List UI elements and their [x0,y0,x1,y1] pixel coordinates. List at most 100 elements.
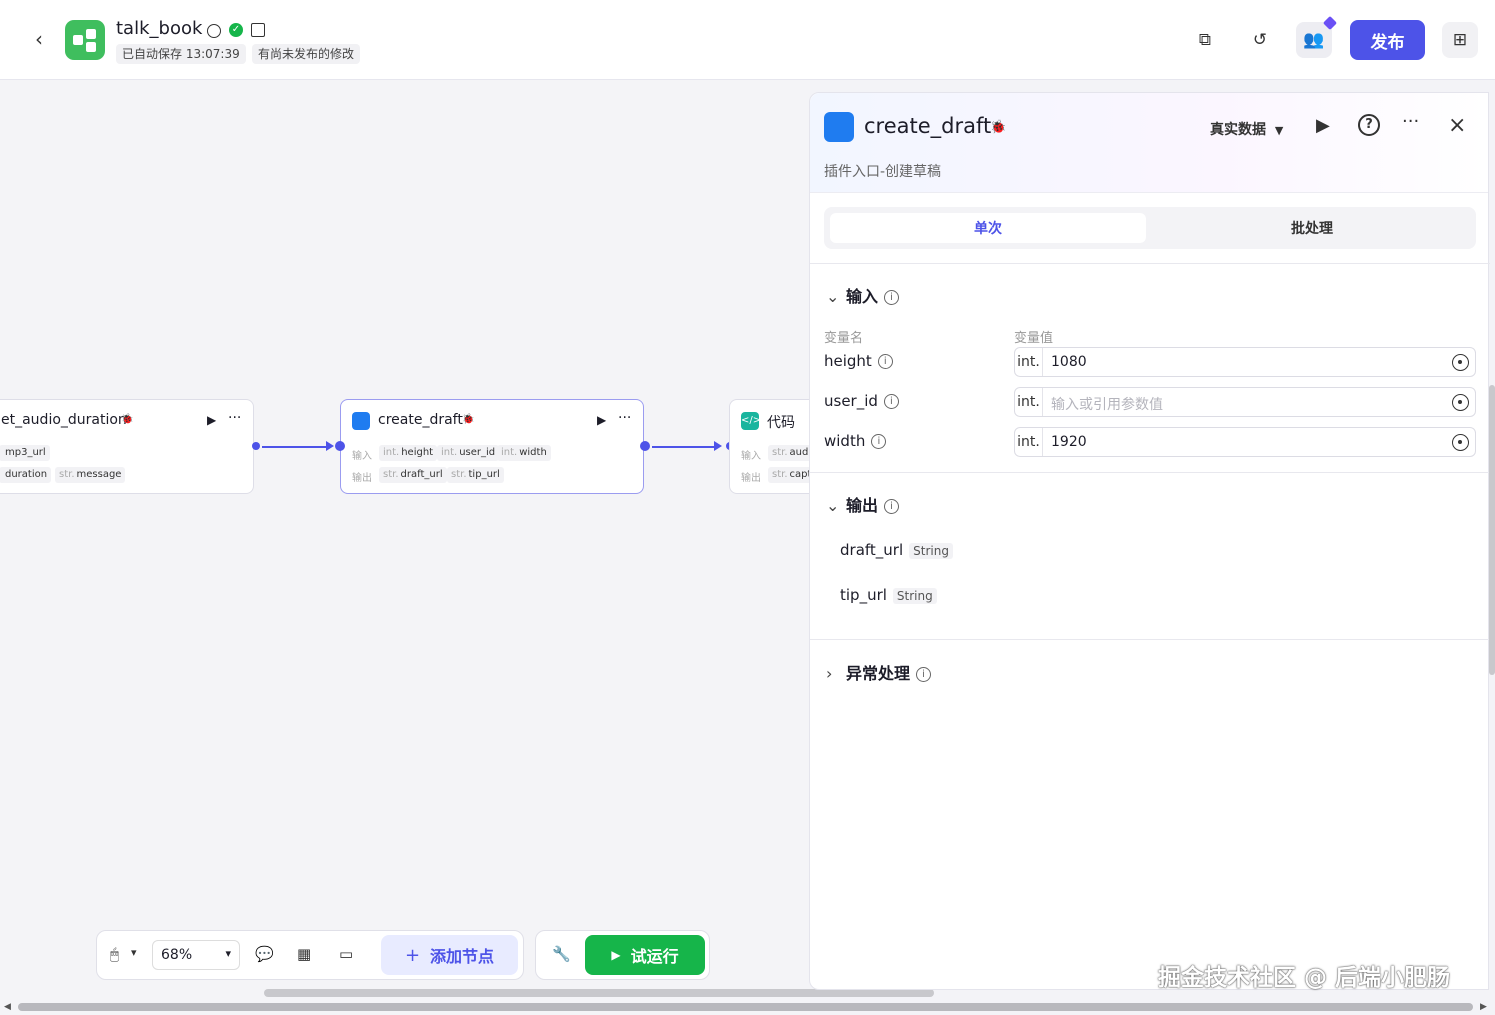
connection-edge [652,446,716,448]
output-label: 输出 [741,473,761,484]
type-label: int. [1015,388,1043,416]
output-port[interactable] [640,441,650,451]
chevron-down-icon[interactable]: ▾ [131,946,137,959]
run-node-icon[interactable]: ▶ [207,413,216,427]
user-id-field[interactable]: int. 输入或引用参数值 [1014,387,1476,417]
edit-icon[interactable] [251,23,265,37]
add-node-label: 添加节点 [430,947,495,966]
panel-description: 插件入口-创建草稿 [824,164,942,180]
chevron-down-icon: ⌄ [826,287,840,306]
type-badge: String [909,543,953,559]
output-chip: str. message [55,467,126,483]
type-label: int. [1015,348,1043,376]
workflow-canvas[interactable]: et_audio_duration 🐞 ▶ ··· mp3_url durati… [0,80,810,1015]
connection-edge [262,446,328,448]
output-section-header[interactable]: ⌄ 输出 i [826,492,900,516]
chevron-right-icon: › [826,664,833,683]
info-icon[interactable] [207,24,221,38]
publish-button[interactable]: 发布 [1350,20,1425,60]
variable-name: width i [824,432,887,450]
run-node-icon[interactable]: ▶ [597,413,606,427]
output-chip: str. draft_url [379,467,447,483]
run-icon[interactable]: ▶ [1316,115,1330,136]
node-create-draft[interactable]: create_draft 🐞 ▶ ··· 输入 输出 int. height in… [340,399,644,494]
data-mode-select[interactable]: 真实数据 ▼ [1210,119,1283,139]
info-icon[interactable]: i [883,394,899,409]
scroll-left-icon[interactable]: ◀ [4,1002,11,1012]
mouse-mode-icon[interactable]: 🖱 [110,945,119,963]
app-name: talk_book [116,18,203,39]
panel-scrollbar[interactable] [1489,385,1495,675]
run-mode-tabs: 单次 批处理 [824,207,1476,249]
node-title: create_draft [378,412,463,428]
panel-toggle-icon[interactable]: ⊞ [1442,22,1478,58]
panel-title: create_draft [864,114,992,138]
more-icon[interactable]: ··· [618,410,631,426]
scroll-right-icon[interactable]: ▶ [1480,1002,1487,1012]
data-mode-label: 真实数据 [1210,122,1266,138]
output-port[interactable] [252,442,260,450]
back-icon[interactable]: ‹ [28,27,50,51]
input-chip: str.audio [768,445,810,461]
input-label: 输入 [741,451,761,462]
reference-toggle-icon[interactable] [1452,394,1469,411]
watermark: 掘金技术社区 @ 后端小肥肠 [1158,965,1451,991]
info-icon[interactable]: i [884,499,900,514]
edge-arrow [714,441,722,451]
zoom-select[interactable]: 68% ▾ [152,940,240,970]
test-run-button[interactable]: ▶ 试运行 [585,935,705,975]
node-title: 代码 [767,415,795,431]
canvas-horizontal-scrollbar[interactable] [264,989,934,997]
tab-single[interactable]: 单次 [830,213,1146,243]
info-icon[interactable]: i [877,354,893,369]
width-field[interactable]: int. 1920 [1014,427,1476,457]
comment-icon[interactable]: 💬 [255,945,274,963]
page-horizontal-scrollbar[interactable] [18,1003,1473,1011]
history-icon[interactable]: ↺ [1242,22,1278,58]
caret-down-icon: ▼ [1274,124,1284,137]
node-get-audio-duration[interactable]: et_audio_duration 🐞 ▶ ··· mp3_url durati… [0,399,254,494]
divider [810,263,1490,264]
more-icon[interactable]: ··· [1402,111,1419,132]
input-chip: int. width [497,445,551,461]
reference-toggle-icon[interactable] [1452,434,1469,451]
output-variable: tip_url String [840,586,937,604]
copy-icon[interactable]: ⧉ [1187,22,1223,58]
top-bar: ‹ talk_book ✓ 已自动保存 13:07:39 有尚未发布的修改 ⧉ … [0,0,1495,80]
input-port[interactable] [335,441,345,451]
input-chip: int. user_id [437,445,500,461]
field-value: 1920 [1051,434,1087,450]
input-section-header[interactable]: ⌄ 输入 i [826,283,900,307]
help-icon[interactable]: ? [1358,114,1380,136]
column-header-value: 变量值 [1014,331,1054,346]
input-chip: mp3_url [0,445,50,461]
panel-header: create_draft 🐞 插件入口-创建草稿 真实数据 ▼ ▶ ? ··· … [810,93,1488,193]
autosave-status: 已自动保存 13:07:39 [116,44,246,64]
more-icon[interactable]: ··· [228,410,241,426]
close-icon[interactable]: × [1448,113,1466,138]
layout-icon[interactable]: ▦ [297,945,311,963]
error-handling-header[interactable]: › 异常处理 i [826,660,932,684]
tab-batch[interactable]: 批处理 [1154,213,1470,243]
info-icon[interactable]: i [916,667,932,682]
debug-icon: 🐞 [462,414,475,425]
input-chip: int. height [379,445,438,461]
minimap-icon[interactable]: ▭ [339,945,353,963]
output-variable: draft_url String [840,541,953,559]
code-icon: </> [741,412,761,430]
debug-icon: 🐞 [990,120,1007,135]
reference-toggle-icon[interactable] [1452,354,1469,371]
plugin-icon [352,412,370,430]
edge-arrow [326,441,334,451]
add-node-button[interactable]: + 添加节点 [381,935,518,975]
divider [810,472,1490,473]
height-field[interactable]: int. 1080 [1014,347,1476,377]
info-icon[interactable]: i [884,290,900,305]
type-badge: String [892,588,937,604]
debug-icon: 🐞 [121,414,134,425]
unpublished-badge: 有尚未发布的修改 [252,44,361,64]
node-code[interactable]: </> 代码 输入 输出 str.audio str.capti [729,399,810,494]
node-title: et_audio_duration [1,412,127,428]
wrench-icon[interactable]: 🔧 [552,945,571,963]
info-icon[interactable]: i [871,434,887,449]
